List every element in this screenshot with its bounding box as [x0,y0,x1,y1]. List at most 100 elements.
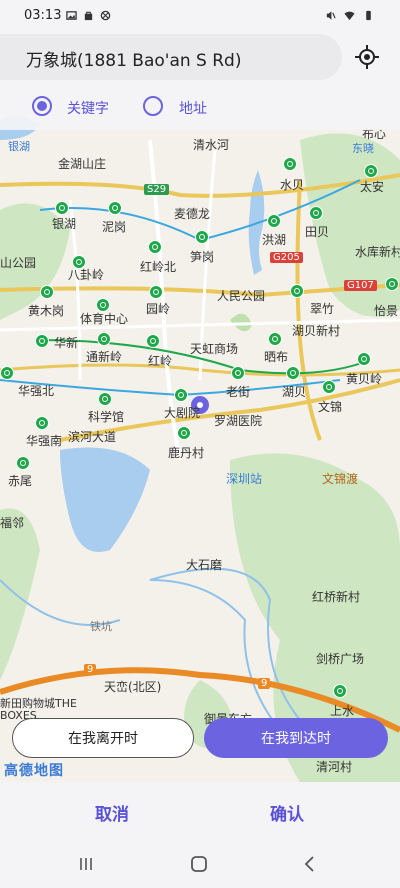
metro-station-pin[interactable] [174,388,188,402]
metro-station-pin[interactable] [385,277,399,291]
map-label: 八卦岭 [68,268,105,282]
metro-station-pin[interactable] [309,206,323,220]
map-view[interactable]: 银湖 金湖山庄 清水河 布心 东晓 S29 麦德龙 水贝 太安 银湖 泥岗 洪湖… [0,80,400,782]
road-badge: G107 [344,280,377,291]
map-label: 水贝 [280,178,305,192]
metro-station-pin[interactable] [55,201,69,215]
shopping-bag-icon [84,11,93,21]
status-right-icons [325,10,374,21]
metro-station-pin[interactable] [195,230,209,244]
map-label: 黄木岗 [28,304,65,318]
map-label: 清水河 [193,138,230,152]
metro-station-pin[interactable] [283,157,297,171]
map-label: 清河村 [316,760,353,774]
map-label: 科学馆 [88,410,125,424]
back-icon[interactable] [302,855,318,873]
metro-station-pin[interactable] [149,285,163,299]
search-bar[interactable]: 万象城(1881 Bao'an S Rd) [0,34,342,80]
road-badge: 9 [258,678,271,689]
metro-station-pin[interactable] [146,334,160,348]
radio-keyword-label[interactable]: 关键字 [67,98,109,118]
map-label: 上水 [330,704,355,718]
map-label: 文锦 [318,400,343,414]
road-badge: S29 [144,184,170,195]
battery-icon [366,10,371,21]
map-label: 东晓 [352,142,374,155]
my-location-icon[interactable] [352,42,382,72]
map-label: 红桥新村 [312,590,361,604]
map-label: 华新 [54,336,79,350]
map-label: 水库新村 [355,245,400,259]
map-label: 人民公园 [217,289,266,303]
search-text[interactable]: 万象城(1881 Bao'an S Rd) [26,46,241,71]
metro-station-pin[interactable] [16,456,30,470]
when-arrive-button[interactable]: 在我到达时 [204,718,388,758]
map-label: 太安 [360,180,385,194]
dialog-actions: 取消 确认 [0,782,400,838]
metro-station-pin[interactable] [268,332,282,346]
map-label: 福邻 [0,516,25,530]
map-label: 通新岭 [86,350,123,364]
map-label: 华强南 [26,434,63,448]
map-label: 天虹商场 [190,342,239,356]
metro-station-pin[interactable] [322,380,336,394]
metro-station-pin[interactable] [98,392,112,406]
wifi-icon [344,11,355,21]
metro-station-pin[interactable] [290,284,304,298]
when-leave-button[interactable]: 在我离开时 [12,718,194,758]
map-label: 老街 [226,385,251,399]
map-label: 湖贝新村 [292,324,341,338]
status-bar: 03:13 [0,0,400,34]
metro-station-pin[interactable] [364,164,378,178]
metro-station-pin[interactable] [357,352,371,366]
map-label: 天峦(北区) [104,680,162,694]
map-label: 华强北 [18,384,55,398]
radio-address[interactable] [143,96,163,116]
road-badge: G205 [270,252,303,263]
map-label: 湖贝 [282,385,307,399]
metro-station-pin[interactable] [177,426,191,440]
metro-station-pin[interactable] [0,366,14,380]
status-time: 03:13 [24,8,62,23]
blocked-icon [100,10,111,21]
metro-station-pin[interactable] [40,285,54,299]
map-label: 银湖 [8,140,30,153]
map-label: 滨河大道 [68,430,117,444]
cancel-button[interactable]: 取消 [95,800,129,825]
radio-keyword[interactable] [32,96,52,116]
map-label: 银湖 [52,217,77,231]
metro-station-pin[interactable] [231,366,245,380]
map-label: 铁坑 [90,620,112,633]
map-label: 大剧院 [164,406,201,420]
metro-station-pin[interactable] [35,416,49,430]
map-canvas[interactable] [0,80,400,782]
map-label: 体育中心 [80,312,129,326]
map-label: 园岭 [146,302,171,316]
map-label: 大石磨 [186,558,223,572]
map-label: 黄贝岭 [346,372,383,386]
map-label: 晒布 [264,350,289,364]
confirm-button[interactable]: 确认 [270,800,304,825]
metro-station-pin[interactable] [148,240,162,254]
map-label: 鹿丹村 [168,446,205,460]
road-badge: 9 [84,664,97,675]
map-label: 怡景 [374,304,399,318]
metro-station-pin[interactable] [108,201,122,215]
map-label: 深圳站 [226,472,263,486]
metro-station-pin[interactable] [333,684,347,698]
map-label: 剑桥广场 [316,652,365,666]
home-icon[interactable] [190,855,208,873]
map-label: 文锦渡 [322,472,359,486]
metro-station-pin[interactable] [286,366,300,380]
map-label: 麦德龙 [174,207,211,221]
amap-logo: 高德地图 [4,763,64,779]
metro-station-pin[interactable] [35,334,49,348]
map-label: 泥岗 [102,220,127,234]
map-label: 赤尾 [8,474,33,488]
radio-address-label[interactable]: 地址 [179,98,207,118]
recents-icon[interactable] [78,856,94,872]
metro-station-pin[interactable] [97,332,111,346]
map-label: 田贝 [305,225,330,239]
map-label: 翠竹 [310,302,335,316]
metro-station-pin[interactable] [267,214,281,228]
